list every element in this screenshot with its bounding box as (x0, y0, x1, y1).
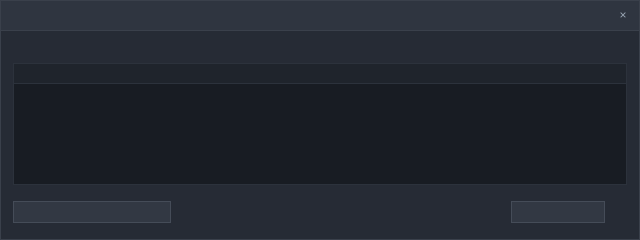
table-row[interactable] (14, 88, 626, 102)
footer-right-button[interactable] (511, 201, 605, 223)
table-row[interactable] (14, 116, 626, 130)
data-table (13, 63, 627, 185)
dialog-window: × (0, 0, 640, 240)
close-icon[interactable]: × (615, 7, 631, 23)
title-bar: × (1, 1, 639, 31)
table-header (14, 64, 626, 84)
table-row[interactable] (14, 102, 626, 116)
footer-left-button[interactable] (13, 201, 171, 223)
